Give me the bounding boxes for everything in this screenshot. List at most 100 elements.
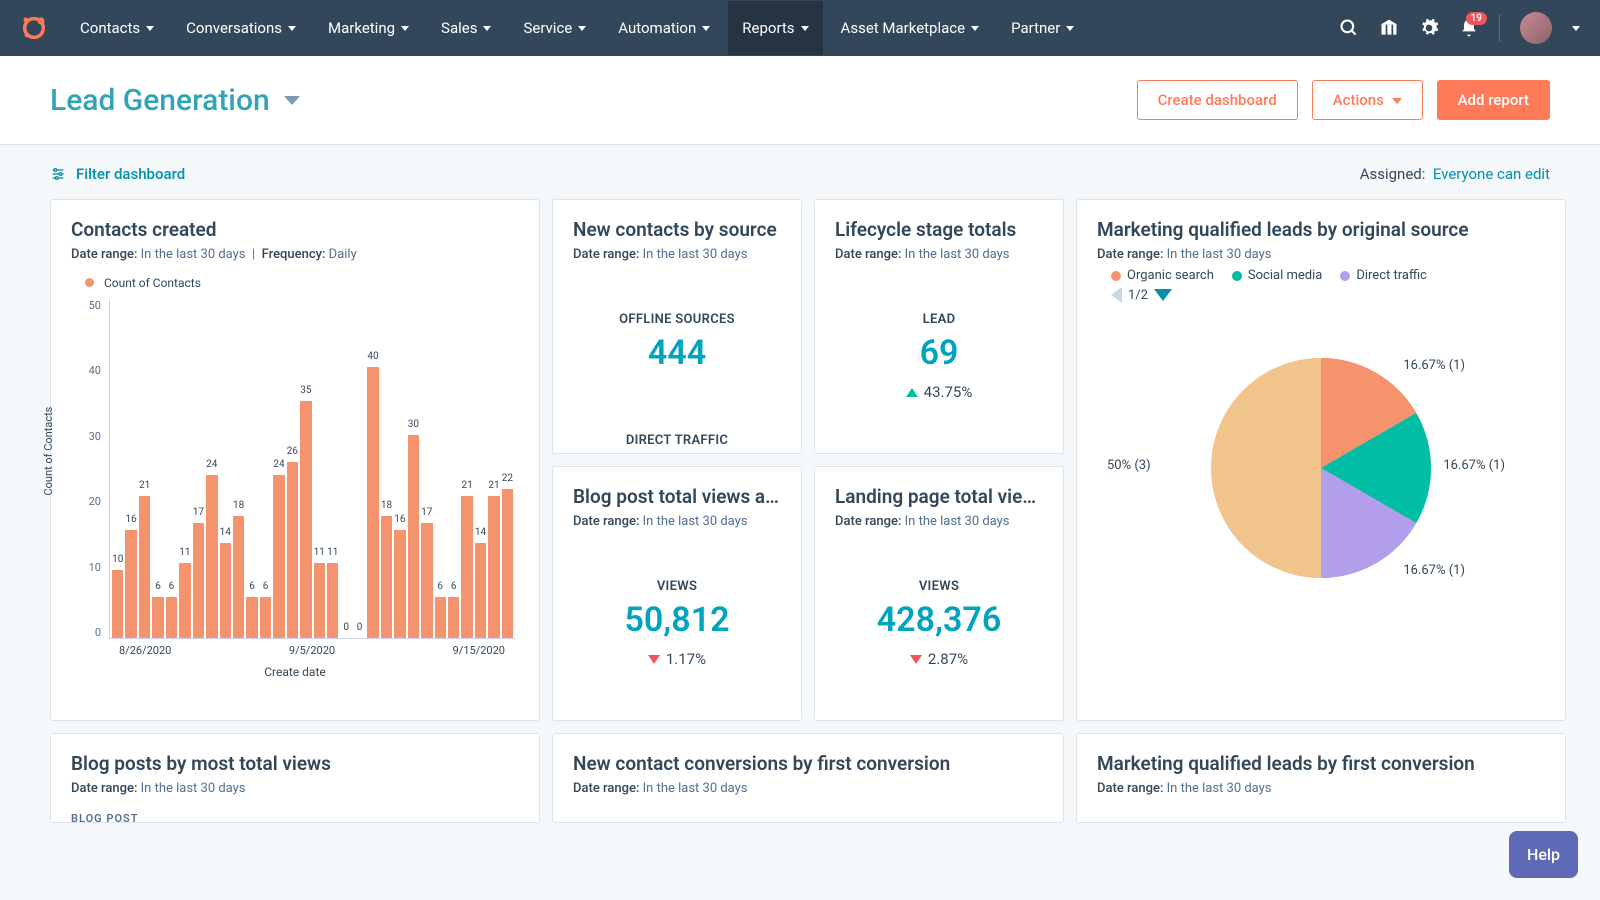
card-new-conversions[interactable]: New contact conversions by first convers… <box>552 733 1064 823</box>
bar[interactable]: 18 <box>381 516 392 638</box>
stat-sublabel: DIRECT TRAFFIC <box>573 433 781 448</box>
stat-block: LEAD 69 43.75% <box>835 312 1043 401</box>
bar[interactable]: 21 <box>461 496 472 638</box>
page-header: Lead Generation Create dashboard Actions… <box>0 56 1600 145</box>
actions-dropdown[interactable]: Actions <box>1312 80 1423 120</box>
hubspot-logo-icon[interactable] <box>20 14 48 42</box>
card-blog-posts[interactable]: Blog posts by most total views Date rang… <box>50 733 540 823</box>
nav-divider <box>1499 14 1500 42</box>
nav-item-service[interactable]: Service <box>509 1 600 55</box>
card-title: Blog post total views a… <box>573 485 781 508</box>
page-title: Lead Generation <box>50 83 270 118</box>
nav-items: ContactsConversationsMarketingSalesServi… <box>66 1 1339 55</box>
create-dashboard-button[interactable]: Create dashboard <box>1137 80 1298 120</box>
bar[interactable]: 11 <box>314 563 325 638</box>
bar[interactable]: 11 <box>327 563 338 638</box>
bar[interactable]: 14 <box>475 543 486 638</box>
bar[interactable]: 14 <box>220 543 231 638</box>
pie-label-2: 16.67% (1) <box>1443 458 1505 473</box>
bar[interactable]: 18 <box>233 516 244 638</box>
legend-item[interactable]: Direct traffic <box>1340 268 1427 283</box>
card-mql-conversions[interactable]: Marketing qualified leads by first conve… <box>1076 733 1566 823</box>
bar[interactable]: 16 <box>394 530 405 638</box>
nav-item-sales[interactable]: Sales <box>427 1 505 55</box>
legend-dot-icon <box>85 278 94 287</box>
help-button[interactable]: Help <box>1509 831 1578 878</box>
bar[interactable]: 30 <box>408 435 419 638</box>
nav-item-marketing[interactable]: Marketing <box>314 1 423 55</box>
nav-item-reports[interactable]: Reports <box>728 1 822 55</box>
legend-dot-icon <box>1340 271 1350 281</box>
stat-value: 50,812 <box>573 600 781 640</box>
bar[interactable]: 11 <box>179 563 190 638</box>
card-title: New contact conversions by first convers… <box>573 752 1043 775</box>
card-blog-views[interactable]: Blog post total views a… Date range: In … <box>552 466 802 721</box>
marketplace-icon[interactable] <box>1379 18 1399 38</box>
bar[interactable]: 6 <box>152 597 163 638</box>
table-column-header: BLOG POST <box>71 812 519 825</box>
bar[interactable]: 24 <box>273 475 284 638</box>
pager-next-icon[interactable] <box>1154 289 1172 301</box>
bar[interactable]: 10 <box>112 570 123 638</box>
chevron-down-icon <box>702 26 710 31</box>
chevron-down-icon <box>401 26 409 31</box>
chevron-down-icon <box>483 26 491 31</box>
nav-item-conversations[interactable]: Conversations <box>172 1 310 55</box>
card-new-contacts[interactable]: New contacts by source Date range: In th… <box>552 199 802 454</box>
delta-row: 43.75% <box>835 383 1043 401</box>
legend-item[interactable]: Social media <box>1232 268 1322 283</box>
arrow-down-icon <box>910 655 922 664</box>
legend-item[interactable]: Organic search <box>1111 268 1214 283</box>
avatar[interactable] <box>1520 12 1552 44</box>
nav-right: 19 <box>1339 12 1580 44</box>
card-subtitle: Date range: In the last 30 days <box>1097 247 1545 262</box>
bar[interactable]: 24 <box>206 475 217 638</box>
bar[interactable]: 40 <box>367 367 378 638</box>
bar[interactable]: 21 <box>488 496 499 638</box>
nav-item-contacts[interactable]: Contacts <box>66 1 168 55</box>
card-lifecycle[interactable]: Lifecycle stage totals Date range: In th… <box>814 199 1064 454</box>
nav-item-automation[interactable]: Automation <box>604 1 724 55</box>
account-chevron-icon[interactable] <box>1572 26 1580 31</box>
notifications-icon[interactable]: 19 <box>1459 18 1479 38</box>
pie-chart: 50% (3) 16.67% (1) 16.67% (1) 16.67% (1) <box>1097 303 1545 633</box>
card-title: Marketing qualified leads by first conve… <box>1097 752 1545 775</box>
bar[interactable]: 35 <box>300 401 311 638</box>
card-contacts-created[interactable]: Contacts created Date range: In the last… <box>50 199 540 721</box>
stat-block: OFFLINE SOURCES 444 <box>573 312 781 373</box>
arrow-up-icon <box>906 388 918 397</box>
dashboard-title-dropdown[interactable]: Lead Generation <box>50 83 300 118</box>
filter-dashboard-link[interactable]: Filter dashboard <box>50 165 185 183</box>
bar[interactable]: 6 <box>246 597 257 638</box>
bar[interactable]: 6 <box>435 597 446 638</box>
bar[interactable]: 21 <box>139 496 150 638</box>
delta-value: 43.75% <box>924 383 973 401</box>
add-report-button[interactable]: Add report <box>1437 80 1550 120</box>
bar[interactable]: 6 <box>260 597 271 638</box>
card-subtitle: Date range: In the last 30 days <box>835 514 1043 529</box>
nav-item-partner[interactable]: Partner <box>997 1 1088 55</box>
assigned-value-link[interactable]: Everyone can edit <box>1433 165 1550 183</box>
card-subtitle: Date range: In the last 30 days <box>573 247 781 262</box>
bar[interactable]: 26 <box>287 462 298 638</box>
pager-prev-icon[interactable] <box>1111 287 1122 303</box>
nav-item-asset-marketplace[interactable]: Asset Marketplace <box>827 1 994 55</box>
card-subtitle: Date range: In the last 30 days <box>573 514 781 529</box>
bar[interactable]: 6 <box>448 597 459 638</box>
search-icon[interactable] <box>1339 18 1359 38</box>
caret-down-icon <box>284 96 300 105</box>
bar[interactable]: 17 <box>421 523 432 638</box>
bar[interactable]: 22 <box>502 489 513 638</box>
card-mql-pie[interactable]: Marketing qualified leads by original so… <box>1076 199 1566 721</box>
chevron-down-icon <box>578 26 586 31</box>
bar[interactable]: 17 <box>193 523 204 638</box>
dashboard-row-2: Blog posts by most total views Date rang… <box>0 721 1600 823</box>
bar[interactable]: 16 <box>125 530 136 638</box>
bar[interactable]: 6 <box>166 597 177 638</box>
gear-icon[interactable] <box>1419 18 1439 38</box>
chevron-down-icon <box>146 26 154 31</box>
assigned-section: Assigned: Everyone can edit <box>1360 165 1550 183</box>
bar-chart: Count of Contacts 50403020100 1016216611… <box>71 299 519 679</box>
card-landing-views[interactable]: Landing page total vie… Date range: In t… <box>814 466 1064 721</box>
plot-area: 1016216611172414186624263511110040181630… <box>109 299 515 639</box>
